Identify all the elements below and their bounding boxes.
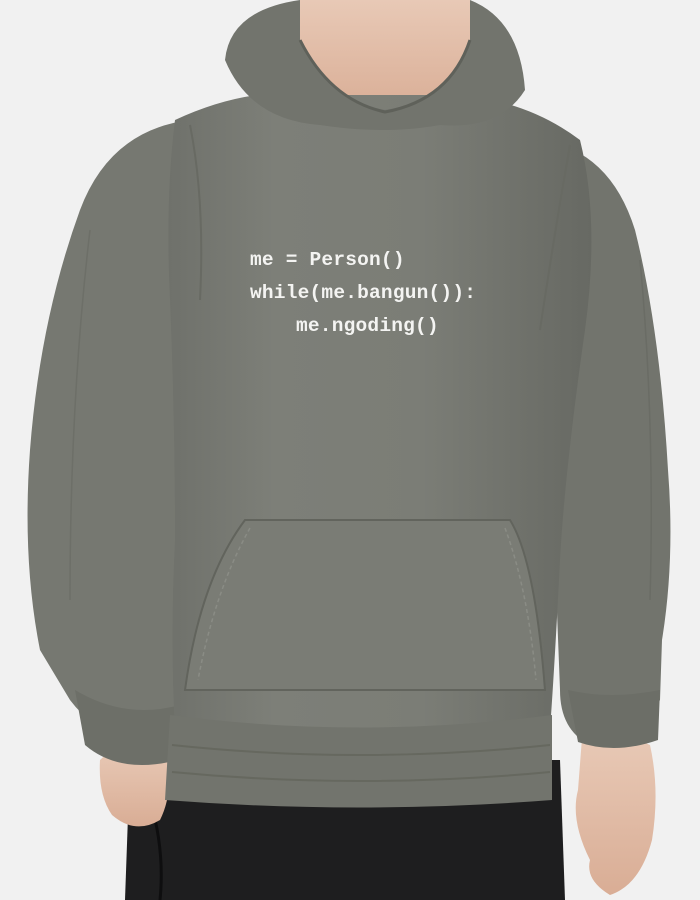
product-photo: me = Person() while(me.bangun()): me.ngodi…: [0, 0, 700, 900]
code-print: me = Person() while(me.bangun()): me.ngodi…: [250, 244, 476, 343]
waistband: [165, 715, 552, 808]
code-line-2: while(me.bangun()):: [250, 282, 477, 304]
hoodie-illustration: [0, 0, 700, 900]
kangaroo-pocket: [183, 519, 547, 691]
code-line-3: me.ngoding(): [296, 315, 439, 337]
right-cuff: [568, 690, 660, 749]
code-line-1: me = Person(): [250, 249, 405, 271]
